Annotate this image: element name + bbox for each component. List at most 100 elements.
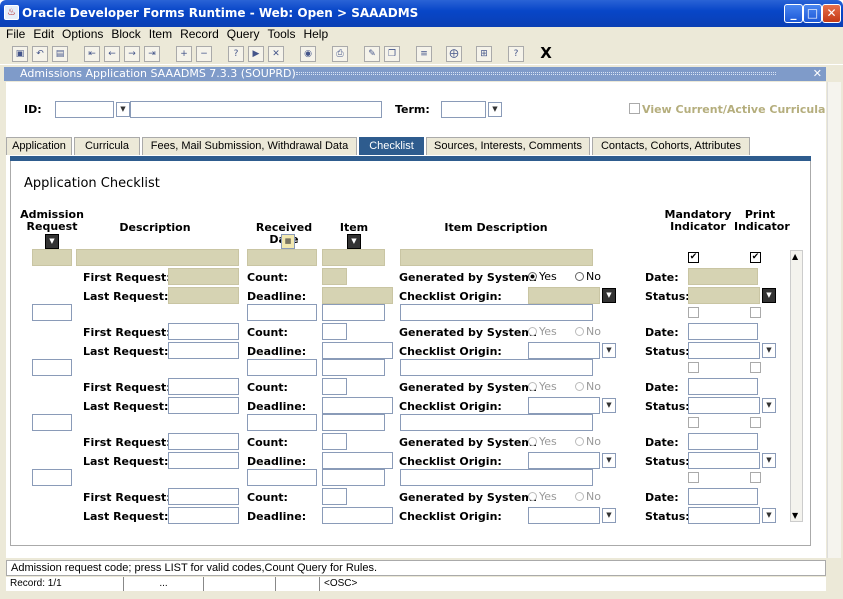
- generated-no-radio[interactable]: No: [575, 490, 601, 503]
- enter-query-icon[interactable]: ?: [228, 46, 244, 62]
- mandatory-checkbox[interactable]: [688, 417, 699, 428]
- menu-edit[interactable]: Edit: [33, 27, 54, 42]
- list-values-icon[interactable]: ≡: [416, 46, 432, 62]
- help-icon[interactable]: ?: [508, 46, 524, 62]
- options-icon[interactable]: ◉: [300, 46, 316, 62]
- tab-curricula[interactable]: Curricula: [74, 137, 140, 155]
- status-field[interactable]: [688, 287, 760, 304]
- menu-help[interactable]: Help: [303, 27, 328, 42]
- admission-request-input[interactable]: [32, 249, 72, 266]
- checklist-origin-list-button[interactable]: ▼: [602, 343, 616, 358]
- checklist-origin-list-button[interactable]: ▼: [602, 398, 616, 413]
- admission-request-input[interactable]: [32, 469, 72, 486]
- tab-application[interactable]: Application: [6, 137, 72, 155]
- mandatory-checkbox[interactable]: ✔: [688, 252, 699, 263]
- generated-no-radio[interactable]: No: [575, 380, 601, 393]
- edit-icon[interactable]: ✎: [364, 46, 380, 62]
- calendar-icon[interactable]: ▦: [281, 234, 295, 249]
- admission-request-input[interactable]: [32, 304, 72, 321]
- generated-yes-radio[interactable]: Yes: [528, 270, 557, 283]
- status-field[interactable]: [688, 397, 760, 414]
- exit-icon[interactable]: X: [538, 46, 554, 62]
- menu-block[interactable]: Block: [111, 27, 140, 42]
- menu-file[interactable]: File: [6, 27, 25, 42]
- received-date-input[interactable]: [247, 304, 317, 321]
- execute-query-icon[interactable]: ▶: [248, 46, 264, 62]
- menu-options[interactable]: Options: [62, 27, 103, 42]
- show-keys-icon[interactable]: ⊞: [476, 46, 492, 62]
- view-curricula-checkbox[interactable]: [629, 103, 640, 114]
- generated-no-radio[interactable]: No: [575, 270, 601, 283]
- save-icon[interactable]: ▣: [12, 46, 28, 62]
- tab-checklist[interactable]: Checklist: [359, 137, 424, 155]
- status-field[interactable]: [688, 452, 760, 469]
- mandatory-checkbox[interactable]: [688, 307, 699, 318]
- checklist-origin-list-button[interactable]: ▼: [602, 453, 616, 468]
- print-checkbox[interactable]: [750, 307, 761, 318]
- print-checkbox[interactable]: ✔: [750, 252, 761, 263]
- print-icon[interactable]: ⎙: [332, 46, 348, 62]
- item-input[interactable]: [322, 359, 385, 376]
- next-block-icon[interactable]: ⇥: [144, 46, 160, 62]
- cancel-query-icon[interactable]: ✕: [268, 46, 284, 62]
- mandatory-checkbox[interactable]: [688, 472, 699, 483]
- id-input[interactable]: [55, 101, 114, 118]
- admission-request-input[interactable]: [32, 359, 72, 376]
- generated-yes-radio[interactable]: Yes: [528, 490, 557, 503]
- maximize-button[interactable]: □: [803, 4, 822, 23]
- generated-yes-radio[interactable]: Yes: [528, 325, 557, 338]
- insert-record-icon[interactable]: +: [176, 46, 192, 62]
- received-date-input[interactable]: [247, 249, 317, 266]
- print-checkbox[interactable]: [750, 417, 761, 428]
- tab-contacts-cohorts-attributes[interactable]: Contacts, Cohorts, Attributes: [592, 137, 750, 155]
- previous-record-icon[interactable]: ←: [104, 46, 120, 62]
- print-form-icon[interactable]: ▤: [52, 46, 68, 62]
- scroll-down-icon[interactable]: ▼: [792, 511, 798, 520]
- record-scrollbar[interactable]: [790, 250, 803, 522]
- form-close-icon[interactable]: ✕: [813, 67, 822, 81]
- item-input[interactable]: [322, 414, 385, 431]
- copy-icon[interactable]: ❐: [384, 46, 400, 62]
- menu-query[interactable]: Query: [227, 27, 260, 42]
- term-input[interactable]: [441, 101, 486, 118]
- received-date-input[interactable]: [247, 469, 317, 486]
- menu-item[interactable]: Item: [149, 27, 172, 42]
- received-date-input[interactable]: [247, 414, 317, 431]
- navigate-icon[interactable]: ⨁: [446, 46, 462, 62]
- vertical-scrollbar[interactable]: [827, 82, 841, 558]
- status-list-button[interactable]: ▼: [762, 343, 776, 358]
- item-input[interactable]: [322, 249, 385, 266]
- menu-record[interactable]: Record: [180, 27, 219, 42]
- rollback-icon[interactable]: ↶: [32, 46, 48, 62]
- item-list-button[interactable]: ▼: [347, 234, 361, 249]
- checklist-origin-list-button[interactable]: ▼: [602, 288, 616, 303]
- item-input[interactable]: [322, 469, 385, 486]
- status-field[interactable]: [688, 507, 760, 524]
- print-checkbox[interactable]: [750, 362, 761, 373]
- id-list-button[interactable]: ▼: [116, 102, 130, 117]
- checklist-origin-list-button[interactable]: ▼: [602, 508, 616, 523]
- minimize-button[interactable]: _: [784, 4, 803, 23]
- next-record-icon[interactable]: →: [124, 46, 140, 62]
- generated-no-radio[interactable]: No: [575, 435, 601, 448]
- admission-request-input[interactable]: [32, 414, 72, 431]
- status-list-button[interactable]: ▼: [762, 508, 776, 523]
- status-list-button[interactable]: ▼: [762, 453, 776, 468]
- remove-record-icon[interactable]: −: [196, 46, 212, 62]
- term-list-button[interactable]: ▼: [488, 102, 502, 117]
- status-list-button[interactable]: ▼: [762, 288, 776, 303]
- menu-tools[interactable]: Tools: [267, 27, 295, 42]
- tab-fees-mail-withdrawal[interactable]: Fees, Mail Submission, Withdrawal Data: [142, 137, 357, 155]
- close-window-button[interactable]: ✕: [822, 4, 841, 23]
- status-list-button[interactable]: ▼: [762, 398, 776, 413]
- status-field[interactable]: [688, 342, 760, 359]
- admission-request-list-button[interactable]: ▼: [45, 234, 59, 249]
- item-input[interactable]: [322, 304, 385, 321]
- received-date-input[interactable]: [247, 359, 317, 376]
- print-checkbox[interactable]: [750, 472, 761, 483]
- previous-block-icon[interactable]: ⇤: [84, 46, 100, 62]
- generated-yes-radio[interactable]: Yes: [528, 380, 557, 393]
- mandatory-checkbox[interactable]: [688, 362, 699, 373]
- generated-no-radio[interactable]: No: [575, 325, 601, 338]
- tab-sources-interests-comments[interactable]: Sources, Interests, Comments: [426, 137, 590, 155]
